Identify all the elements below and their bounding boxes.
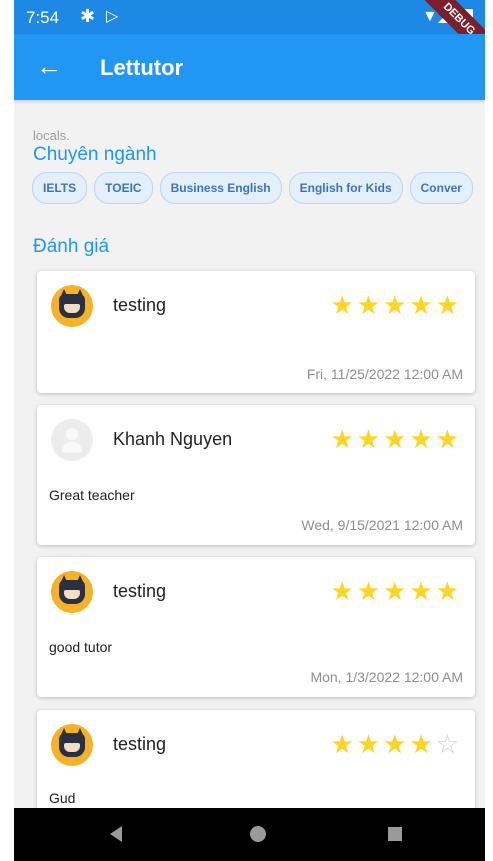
star-icon: ★ xyxy=(435,576,462,606)
star-icon: ★ xyxy=(383,424,410,454)
specialty-chip-list[interactable]: IELTS TOEIC Business English English for Ki… xyxy=(32,172,485,206)
back-arrow-icon[interactable]: ← xyxy=(36,51,62,81)
review-card: testing ★★★★★ good tutor Mon, 1/3/2022 1… xyxy=(37,557,475,697)
system-nav-bar xyxy=(14,808,485,861)
description-tail: locals. xyxy=(33,128,70,143)
app-bar: ← Lettutor xyxy=(14,34,485,100)
reviewer-name: Khanh Nguyen xyxy=(113,429,233,449)
star-icon: ★ xyxy=(356,290,384,320)
star-rating: ★★★★★ xyxy=(330,425,462,453)
specialty-chip[interactable]: English for Kids xyxy=(288,172,403,204)
star-icon: ★ xyxy=(383,729,410,759)
star-icon: ★ xyxy=(330,290,357,320)
star-icon: ★ xyxy=(330,424,357,454)
phone-frame: 7:54 ✱ ▷ ▼◢ DEBUG ← Lettutor locals. Chu… xyxy=(0,0,493,861)
content-scroll[interactable]: locals. Chuyên ngành IELTS TOEIC Business … xyxy=(14,100,485,808)
star-icon: ★ xyxy=(409,424,436,454)
review-card: Khanh Nguyen ★★★★★ Great teacher Wed, 9/… xyxy=(37,405,475,545)
star-icon: ★ xyxy=(409,290,436,320)
screen: 7:54 ✱ ▷ ▼◢ DEBUG ← Lettutor locals. Chu… xyxy=(14,0,485,861)
star-icon: ★ xyxy=(435,424,462,454)
reviews-title: Đánh giá xyxy=(33,236,110,257)
star-rating: ★★★★★ xyxy=(330,577,462,605)
star-icon: ★ xyxy=(330,729,357,759)
app-title: Lettutor xyxy=(100,55,184,80)
star-icon: ★ xyxy=(356,729,384,759)
star-icon: ★ xyxy=(383,576,410,606)
nav-home-icon[interactable] xyxy=(250,826,266,842)
batman-avatar xyxy=(51,571,93,613)
review-card: testing ★★★★★ Fri, 11/25/2022 12:00 AM xyxy=(37,271,475,393)
review-comment: Gud xyxy=(49,790,76,806)
star-icon: ★ xyxy=(330,576,357,606)
star-rating: ★★★★☆ xyxy=(330,730,462,758)
specialty-chip[interactable]: Business English xyxy=(159,172,282,204)
status-bar: 7:54 ✱ ▷ ▼◢ DEBUG xyxy=(14,0,485,70)
specialty-chip[interactable]: TOEIC xyxy=(94,172,153,204)
star-rating: ★★★★★ xyxy=(330,291,462,319)
reviewer-name: testing xyxy=(113,581,167,601)
nav-recents-icon[interactable] xyxy=(388,827,402,841)
star-icon: ★ xyxy=(409,729,436,759)
review-date: Fri, 11/25/2022 12:00 AM xyxy=(306,366,463,382)
reviewer-name: testing xyxy=(113,295,167,315)
specialties-title: Chuyên ngành xyxy=(33,144,157,165)
nav-back-icon[interactable] xyxy=(110,826,122,842)
star-icon: ★ xyxy=(356,424,384,454)
settings-icon: ✱ xyxy=(80,6,96,26)
star-icon: ★ xyxy=(356,576,384,606)
specialty-chip[interactable]: Conver xyxy=(409,172,473,204)
star-icon: ★ xyxy=(409,576,436,606)
review-date: Mon, 1/3/2022 12:00 AM xyxy=(310,669,463,685)
reviewer-name: testing xyxy=(113,734,167,754)
play-store-icon: ▷ xyxy=(106,8,119,25)
status-time: 7:54 xyxy=(26,8,60,27)
star-outline-icon: ☆ xyxy=(435,729,462,759)
specialty-chip[interactable]: IELTS xyxy=(32,172,88,204)
review-card: testing ★★★★☆ Gud xyxy=(37,710,475,808)
star-icon: ★ xyxy=(435,290,462,320)
review-date: Wed, 9/15/2021 12:00 AM xyxy=(301,517,463,533)
default-avatar-icon xyxy=(51,419,93,461)
review-comment: good tutor xyxy=(49,639,113,655)
batman-avatar xyxy=(51,724,93,766)
review-comment: Great teacher xyxy=(49,487,135,503)
star-icon: ★ xyxy=(383,290,410,320)
batman-avatar xyxy=(51,285,93,327)
